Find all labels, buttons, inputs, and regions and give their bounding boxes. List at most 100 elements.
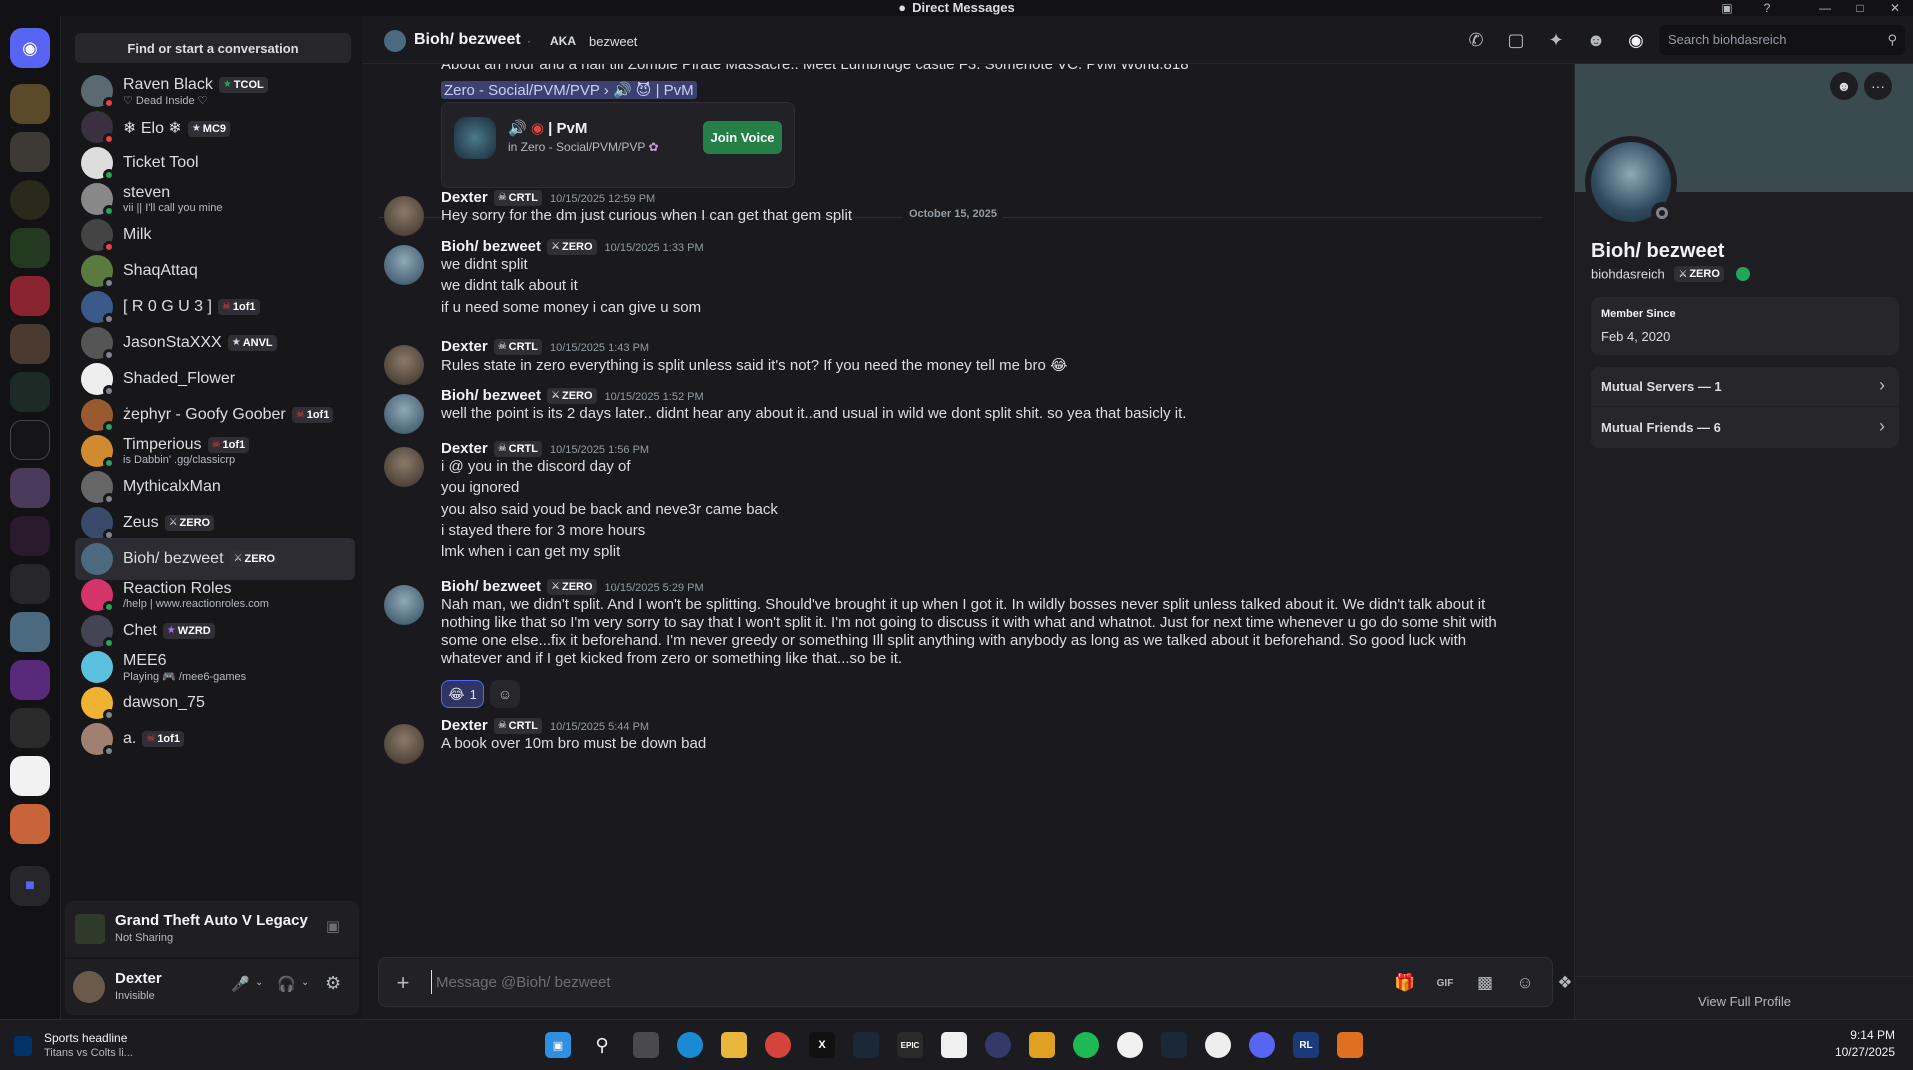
avatar[interactable] — [384, 585, 424, 625]
microphone-icon[interactable]: 🎤 — [231, 975, 250, 993]
news-widget[interactable]: Sports headline Titans vs Colts li... — [12, 1030, 182, 1062]
home-button[interactable]: ◉ — [10, 28, 50, 68]
server-tag[interactable]: ⚔ ZERO — [547, 578, 597, 595]
task-view-icon[interactable] — [633, 1032, 659, 1058]
emoji-icon[interactable]: ☺ — [1513, 971, 1537, 995]
maximize-button[interactable]: □ — [1845, 0, 1875, 16]
server-tag[interactable]: ☠ CRTL — [493, 189, 542, 206]
add-friend-icon[interactable]: ☻ — [1584, 28, 1608, 52]
server-tag[interactable]: ⚔ ZERO — [1674, 266, 1724, 282]
gif-icon[interactable]: GIF — [1433, 971, 1457, 995]
minimize-button[interactable]: — — [1810, 0, 1840, 16]
server-icon[interactable] — [10, 324, 50, 364]
video-icon[interactable]: ▢ — [1504, 28, 1528, 52]
close-button[interactable]: ✕ — [1880, 0, 1910, 16]
server-icon[interactable] — [10, 180, 50, 220]
folder-icon[interactable]: ■ — [10, 866, 50, 906]
server-icon[interactable] — [10, 756, 50, 796]
server-icon[interactable] — [10, 84, 50, 124]
mutual-friends-row[interactable]: Mutual Friends — 6 › — [1591, 407, 1899, 448]
epic-games-icon[interactable]: EPIC — [897, 1032, 923, 1058]
message-author[interactable]: Bioh/ bezweet — [441, 578, 541, 595]
server-icon[interactable] — [10, 564, 50, 604]
add-friend-button[interactable]: ☻ — [1830, 72, 1858, 100]
message-author[interactable]: Dexter — [441, 189, 488, 206]
server-icon[interactable] — [10, 372, 50, 412]
user-profile-icon[interactable]: ◉ — [1624, 28, 1648, 52]
file-explorer-icon[interactable] — [721, 1032, 747, 1058]
more-options-button[interactable]: ··· — [1864, 72, 1892, 100]
discord-icon[interactable] — [1249, 1032, 1275, 1058]
app-icon[interactable] — [1205, 1032, 1231, 1058]
dm-item[interactable]: a. ☠ 1of1 — [75, 718, 355, 760]
message-timestamp[interactable]: 10/15/2025 5:29 PM — [605, 582, 704, 594]
gift-icon[interactable]: 🎁 — [1393, 971, 1417, 995]
message-author[interactable]: Bioh/ bezweet — [441, 387, 541, 404]
server-tag[interactable]: ⚔ ZERO — [547, 387, 597, 404]
avatar[interactable] — [73, 971, 105, 1003]
server-icon[interactable] — [10, 612, 50, 652]
avatar[interactable] — [384, 447, 424, 487]
server-tag[interactable]: ☠ CRTL — [493, 440, 542, 457]
inbox-icon[interactable]: ▣ — [1712, 0, 1742, 16]
avatar[interactable] — [384, 196, 424, 236]
rocket-league-icon[interactable]: RL — [1293, 1032, 1319, 1058]
message-timestamp[interactable]: 10/15/2025 12:59 PM — [550, 193, 655, 205]
x-icon[interactable]: X — [809, 1032, 835, 1058]
screen-share-icon[interactable]: ▣ — [321, 917, 345, 941]
overwatch-icon[interactable] — [1117, 1032, 1143, 1058]
steam-icon[interactable] — [853, 1032, 879, 1058]
server-icon[interactable] — [10, 228, 50, 268]
app-icon[interactable] — [985, 1032, 1011, 1058]
search-input[interactable]: Search biohdasreich ⚲ — [1659, 25, 1905, 55]
edge-icon[interactable] — [677, 1032, 703, 1058]
message-timestamp[interactable]: 10/15/2025 1:43 PM — [550, 342, 649, 354]
chrome-icon[interactable] — [765, 1032, 791, 1058]
view-full-profile-link[interactable]: View Full Profile — [1575, 994, 1913, 1009]
plus-icon[interactable]: + — [391, 970, 415, 995]
server-tag[interactable]: ☠ CRTL — [493, 717, 542, 734]
message-timestamp[interactable]: 10/15/2025 5:44 PM — [550, 721, 649, 733]
app-icon[interactable] — [941, 1032, 967, 1058]
headphones-icon[interactable]: 🎧 — [277, 975, 296, 993]
message-timestamp[interactable]: 10/15/2025 1:33 PM — [605, 242, 704, 254]
find-conversation-button[interactable]: Find or start a conversation — [75, 33, 351, 63]
app-icon[interactable] — [1029, 1032, 1055, 1058]
help-icon[interactable]: ? — [1752, 0, 1782, 16]
message-author[interactable]: Dexter — [441, 338, 488, 355]
app-icon[interactable] — [1337, 1032, 1363, 1058]
message-input[interactable] — [431, 970, 1131, 994]
search-icon[interactable]: ⚲ — [589, 1032, 615, 1058]
user-name[interactable]: Dexter — [115, 970, 162, 987]
apps-icon[interactable]: ❖ — [1553, 971, 1574, 995]
add-reaction-button[interactable]: ☺ — [490, 680, 520, 708]
message-timestamp[interactable]: 10/15/2025 1:52 PM — [605, 391, 704, 403]
server-icon[interactable] — [10, 468, 50, 508]
windows-start-icon[interactable]: ▣ — [545, 1032, 571, 1058]
pin-icon[interactable]: ✦ — [1544, 28, 1568, 52]
header-name[interactable]: Bioh/ bezweet — [414, 31, 521, 49]
server-icon[interactable] — [10, 708, 50, 748]
server-icon[interactable] — [10, 804, 50, 844]
gear-icon[interactable]: ⚙ — [325, 973, 341, 994]
join-voice-button[interactable]: Join Voice — [703, 121, 782, 154]
server-icon[interactable] — [10, 276, 50, 316]
message-author[interactable]: Dexter — [441, 717, 488, 734]
steam-icon[interactable] — [1161, 1032, 1187, 1058]
server-icon[interactable] — [10, 420, 50, 460]
message-timestamp[interactable]: 10/15/2025 1:56 PM — [550, 444, 649, 456]
chevron-down-icon[interactable]: ⌄ — [255, 977, 263, 988]
chevron-down-icon[interactable]: ⌄ — [301, 977, 309, 988]
message-author[interactable]: Bioh/ bezweet — [441, 238, 541, 255]
server-icon[interactable] — [10, 132, 50, 172]
server-tag[interactable]: ⚔ ZERO — [547, 238, 597, 255]
message-author[interactable]: Dexter — [441, 440, 488, 457]
avatar[interactable] — [384, 345, 424, 385]
reaction-button[interactable]: 😂 1 — [441, 680, 484, 708]
server-tag[interactable]: ☠ CRTL — [493, 338, 542, 355]
phone-icon[interactable]: ✆ — [1464, 28, 1488, 52]
avatar[interactable] — [384, 245, 424, 285]
avatar[interactable] — [384, 394, 424, 434]
avatar[interactable] — [384, 724, 424, 764]
nitro-badge-icon[interactable] — [1735, 266, 1750, 281]
